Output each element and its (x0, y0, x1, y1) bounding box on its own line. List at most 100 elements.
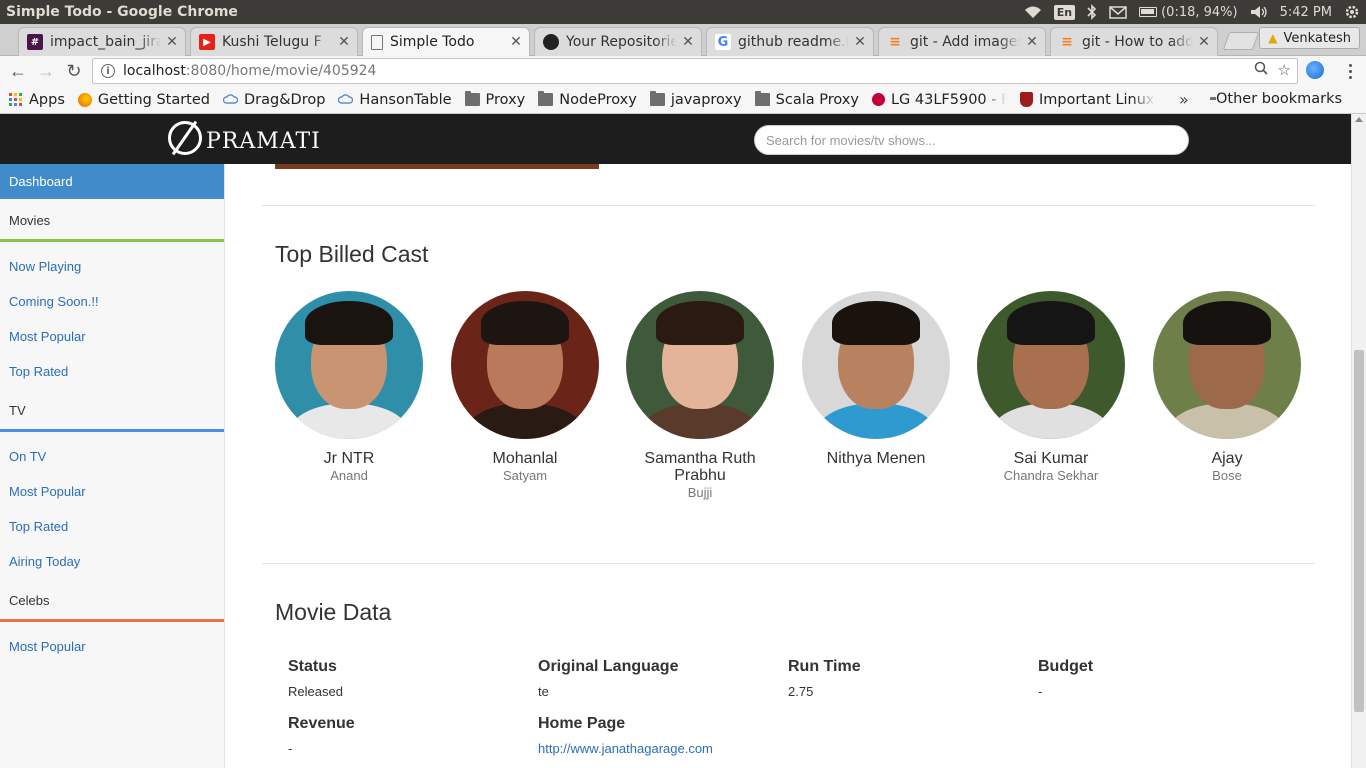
sidebar-item-now-playing[interactable]: Now Playing (0, 249, 224, 284)
browser-tab-active[interactable]: Simple Todo ✕ (362, 27, 530, 56)
bookmark-hansontable[interactable]: HansonTable (338, 92, 452, 108)
volume-icon[interactable] (1250, 3, 1268, 21)
close-tab-icon[interactable]: ✕ (1197, 34, 1211, 50)
cast-photo[interactable] (1153, 291, 1301, 439)
bookmark-apps[interactable]: Apps (9, 92, 65, 108)
page-scrollbar[interactable] (1351, 114, 1366, 768)
data-value: te (538, 684, 549, 699)
cast-photo[interactable] (275, 291, 423, 439)
forward-arrow-icon[interactable]: → (32, 57, 60, 85)
browser-tab[interactable]: ≡ git - Add images ✕ (878, 27, 1046, 56)
battery-icon (1139, 7, 1158, 17)
main-content: Top Billed Cast Jr NTR Anand Mohanlal Sa… (225, 164, 1351, 768)
keyboard-layout-indicator[interactable]: En (1053, 4, 1076, 20)
browser-tab[interactable]: ▶ Kushi Telugu F ✕ (190, 27, 358, 56)
extension-icon[interactable] (1306, 61, 1324, 79)
bookmark-folder-javaproxy[interactable]: javaproxy (649, 91, 742, 108)
bookmark-label: Apps (29, 91, 65, 108)
close-tab-icon[interactable]: ✕ (165, 34, 179, 50)
data-value: 2.75 (788, 684, 814, 699)
sidebar-item-movies-top-rated[interactable]: Top Rated (0, 354, 224, 389)
reload-icon[interactable]: ↻ (60, 57, 88, 85)
bookmark-star-icon[interactable]: ☆ (1278, 61, 1291, 79)
sidebar-item-celebs-most-popular[interactable]: Most Popular (0, 629, 224, 664)
sidebar-item-airing-today[interactable]: Airing Today (0, 544, 224, 579)
bookmark-label: Important Linux (1038, 91, 1155, 108)
cast-photo[interactable] (626, 291, 774, 439)
lg-icon (871, 93, 885, 106)
bookmark-important-linux[interactable]: Important Linux (1019, 91, 1155, 108)
github-icon (543, 34, 559, 50)
cast-character: Satyam (502, 468, 548, 483)
new-tab-button[interactable] (1222, 32, 1260, 50)
bookmark-folder-nodeproxy[interactable]: NodeProxy (538, 91, 637, 108)
chrome-menu-icon[interactable] (1340, 59, 1360, 83)
logo-mark-icon (168, 121, 202, 155)
sidebar-item-dashboard[interactable]: Dashboard (0, 164, 224, 199)
address-bar[interactable]: i localhost:8080/home/movie/405924 ☆ (92, 58, 1298, 84)
cast-photo[interactable] (451, 291, 599, 439)
wifi-icon[interactable] (1024, 3, 1042, 21)
sidebar-item-coming-soon[interactable]: Coming Soon.!! (0, 284, 224, 319)
cast-card[interactable]: Mohanlal Satyam (437, 291, 613, 483)
browser-tab[interactable]: Your Repositorie ✕ (534, 27, 702, 56)
cast-photo[interactable] (802, 291, 950, 439)
profile-name: Venkatesh (1283, 30, 1352, 46)
bookmark-dragdrop[interactable]: Drag&Drop (222, 92, 325, 108)
google-icon: G (715, 34, 731, 50)
bookmark-folder-scala-proxy[interactable]: Scala Proxy (754, 91, 859, 108)
profile-button[interactable]: ▲ Venkatesh (1259, 27, 1360, 49)
firefox-icon (77, 92, 92, 107)
close-tab-icon[interactable]: ✕ (337, 34, 351, 50)
bluetooth-icon[interactable] (1087, 3, 1097, 21)
back-arrow-icon[interactable]: ← (4, 57, 32, 85)
sidebar: Dashboard Movies Now Playing Coming Soon… (0, 164, 225, 768)
bookmarks-bar: Apps Getting Started Drag&Drop HansonTab… (0, 86, 1366, 114)
mail-icon[interactable] (1109, 3, 1127, 21)
bookmark-getting-started[interactable]: Getting Started (77, 91, 210, 108)
bookmark-label: Getting Started (97, 91, 210, 108)
window-title: Simple Todo - Google Chrome (6, 4, 238, 20)
data-label: Budget (1038, 658, 1094, 675)
browser-tab[interactable]: ≡ git - How to add ✕ (1050, 27, 1218, 56)
cloud-icon (222, 93, 239, 106)
home-page-link[interactable]: http://www.janathagarage.com (538, 741, 778, 756)
sidebar-item-movies-most-popular[interactable]: Most Popular (0, 319, 224, 354)
cast-name: Nithya Menen (826, 450, 926, 467)
info-icon[interactable]: i (101, 64, 115, 78)
browser-tab[interactable]: G github readme.m ✕ (706, 27, 874, 56)
scroll-up-arrow-icon[interactable] (1355, 117, 1363, 122)
cast-name: Jr NTR (323, 450, 375, 467)
cast-card[interactable]: Samantha Ruth Prabhu Bujji (612, 291, 788, 500)
close-tab-icon[interactable]: ✕ (681, 34, 695, 50)
search-input[interactable] (754, 125, 1189, 155)
cast-card[interactable]: Ajay Bose (1139, 291, 1315, 483)
cast-card[interactable]: Jr NTR Anand (261, 291, 437, 483)
bookmark-folder-proxy[interactable]: Proxy (464, 91, 525, 108)
close-tab-icon[interactable]: ✕ (1025, 34, 1039, 50)
scrollbar-thumb[interactable] (1354, 350, 1364, 712)
bookmark-lg[interactable]: LG 43LF5900 - Ful (871, 92, 1007, 108)
shield-icon (1019, 92, 1033, 107)
close-tab-icon[interactable]: ✕ (853, 34, 867, 50)
settings-gear-icon[interactable] (1344, 3, 1360, 21)
folder-icon (538, 91, 554, 106)
cast-card[interactable]: Sai Kumar Chandra Sekhar (963, 291, 1139, 483)
sidebar-item-tv-top-rated[interactable]: Top Rated (0, 509, 224, 544)
sidebar-item-tv-most-popular[interactable]: Most Popular (0, 474, 224, 509)
cast-photo[interactable] (977, 291, 1125, 439)
browser-tab[interactable]: # impact_bain_jira ✕ (18, 27, 186, 56)
data-label: Run Time (788, 658, 861, 675)
battery-indicator[interactable]: (0:18, 94%) (1139, 5, 1238, 20)
zoom-icon[interactable] (1254, 61, 1268, 79)
cast-card[interactable]: Nithya Menen (788, 291, 964, 467)
close-tab-icon[interactable]: ✕ (509, 34, 523, 50)
other-bookmarks[interactable]: Other bookmarks (1210, 91, 1342, 107)
clock[interactable]: 5:42 PM (1280, 5, 1332, 20)
bookmarks-overflow-chevron-icon[interactable]: » (1179, 90, 1189, 109)
pramati-logo[interactable]: PRAMATI (168, 121, 321, 155)
data-label: Status (288, 658, 337, 675)
cast-name: Mohanlal (492, 450, 558, 467)
sidebar-item-on-tv[interactable]: On TV (0, 439, 224, 474)
cast-name: Samantha Ruth Prabhu (644, 450, 756, 484)
